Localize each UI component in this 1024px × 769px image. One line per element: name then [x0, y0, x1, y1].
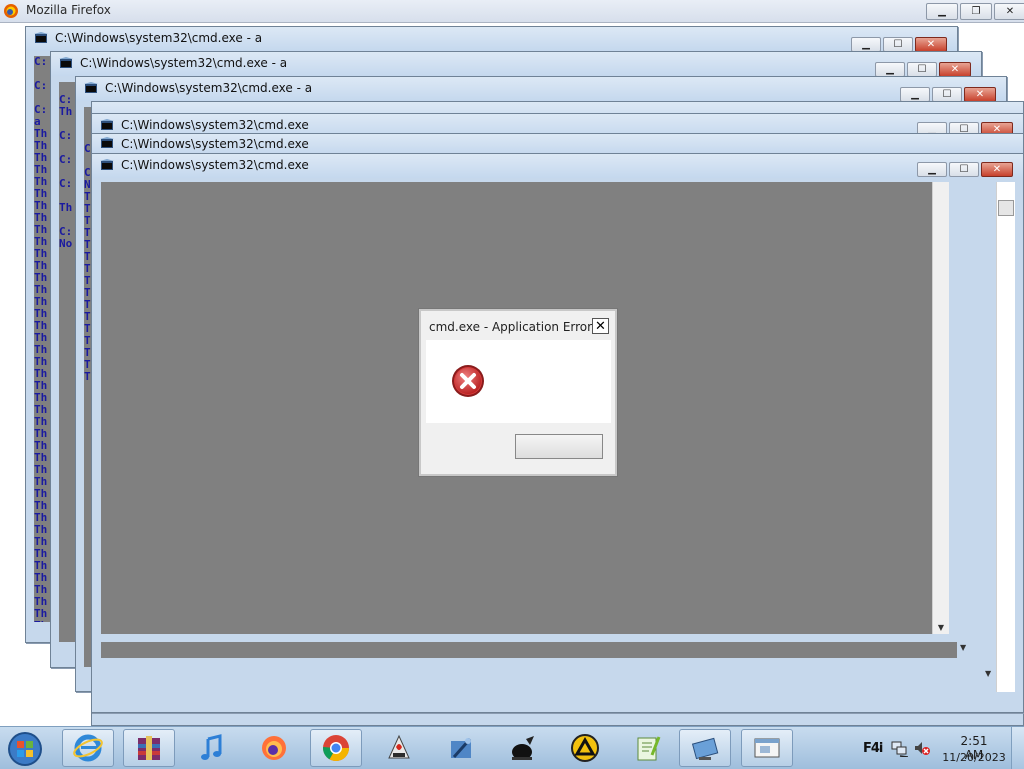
cmd-console-strip: [101, 642, 957, 658]
scroll-down-arrow[interactable]: ▼: [985, 669, 991, 678]
cmd-icon: [100, 159, 114, 170]
firefox-title: Mozilla Firefox: [26, 3, 111, 17]
error-icon: [452, 365, 484, 397]
aimp-icon: [571, 734, 599, 762]
cmd-window-title: C:\Windows\system32\cmd.exe - a: [105, 81, 313, 95]
chrome-icon: [322, 735, 350, 762]
clock-date[interactable]: 11/20/2023: [942, 751, 1006, 764]
cmd-window-title: C:\Windows\system32\cmd.exe: [121, 137, 309, 151]
cmd-icon: [100, 137, 114, 148]
ok-button[interactable]: [515, 434, 603, 459]
taskbar-java[interactable]: [373, 729, 425, 767]
cmd-window-title: C:\Windows\system32\cmd.exe: [121, 118, 309, 132]
ink-bottle-icon: [512, 736, 534, 760]
taskbar: F4i 2:51 AM 11/20/2023: [0, 726, 1024, 769]
internet-explorer-icon: [73, 734, 103, 762]
restore-button[interactable]: ❐: [960, 3, 992, 20]
music-note-icon: [201, 734, 222, 760]
scroll-down-arrow[interactable]: ▼: [960, 643, 966, 652]
network-icon[interactable]: [890, 739, 908, 757]
cmd-window-title: C:\Windows\system32\cmd.exe - a: [80, 56, 288, 70]
remote-desktop-icon: [691, 737, 719, 760]
show-desktop-button[interactable]: [1011, 727, 1024, 769]
cmd-icon: [59, 57, 73, 68]
taskbar-aimp[interactable]: [559, 729, 611, 767]
scroll-down-arrow[interactable]: ▼: [933, 623, 949, 632]
cmd-window-6[interactable]: C:\Windows\system32\cmd.exe: [91, 133, 1024, 154]
maximize-button[interactable]: ☐: [949, 162, 979, 177]
minimize-button[interactable]: ▁: [900, 87, 930, 102]
tool-icon: [451, 738, 472, 758]
start-button[interactable]: [6, 730, 44, 768]
scrollbar-thumb[interactable]: [998, 200, 1014, 216]
cmd-titlebar[interactable]: C:\Windows\system32\cmd.exe - a ▁ ☐ ✕: [26, 27, 957, 52]
maximize-button[interactable]: ☐: [932, 87, 962, 102]
firefox-titlebar[interactable]: Mozilla Firefox ▁ ❐ ✕: [0, 0, 1024, 23]
archive-icon: [138, 736, 160, 760]
taskbar-remote[interactable]: [679, 729, 731, 767]
taskbar-ink[interactable]: [497, 729, 549, 767]
minimize-button[interactable]: ▁: [917, 162, 947, 177]
maximize-button[interactable]: ☐: [883, 37, 913, 52]
close-button[interactable]: ✕: [981, 162, 1013, 177]
taskbar-tool[interactable]: [435, 729, 487, 767]
taskbar-itunes[interactable]: [186, 729, 238, 767]
java-icon: [388, 734, 410, 759]
taskbar-chrome[interactable]: [310, 729, 362, 767]
vertical-scrollbar-outer[interactable]: [996, 182, 1015, 692]
cmd-titlebar[interactable]: C:\Windows\system32\cmd.exe: [92, 134, 1023, 154]
taskbar-notepad-plus-plus[interactable]: [621, 729, 673, 767]
close-button[interactable]: ✕: [994, 3, 1024, 20]
tray-label: F4i: [863, 741, 883, 756]
cmd-titlebar[interactable]: C:\Windows\system32\cmd.exe ▁ ☐ ✕: [92, 154, 1023, 178]
firefox-icon: [262, 736, 286, 760]
cmd-window-title: C:\Windows\system32\cmd.exe - a: [55, 31, 263, 45]
dialog-title: cmd.exe - Application Error: [429, 320, 593, 334]
notepad-plus-icon: [637, 736, 661, 761]
cmd-icon: [34, 32, 48, 43]
taskbar-firefox[interactable]: [248, 729, 300, 767]
window-viewer-icon: [754, 738, 780, 758]
dialog-body: [426, 340, 611, 423]
close-button[interactable]: ✕: [964, 87, 996, 102]
dialog-close-button[interactable]: ✕: [592, 318, 609, 334]
cmd-icon: [84, 82, 98, 93]
taskbar-winrar[interactable]: [123, 729, 175, 767]
minimize-button[interactable]: ▁: [926, 3, 958, 20]
application-error-dialog[interactable]: cmd.exe - Application Error ✕: [418, 308, 618, 477]
taskbar-viewer[interactable]: [741, 729, 793, 767]
vertical-scrollbar[interactable]: ▼: [932, 182, 949, 634]
maximize-button[interactable]: ☐: [907, 62, 937, 77]
firefox-icon: [4, 4, 18, 18]
cmd-titlebar[interactable]: C:\Windows\system32\cmd.exe - a ▁ ☐ ✕: [76, 77, 1006, 102]
close-button[interactable]: ✕: [939, 62, 971, 77]
cmd-window-title: C:\Windows\system32\cmd.exe: [121, 158, 309, 172]
close-button[interactable]: ✕: [915, 37, 947, 52]
cmd-titlebar[interactable]: C:\Windows\system32\cmd.exe - a ▁ ☐ ✕: [51, 52, 981, 77]
minimize-button[interactable]: ▁: [851, 37, 881, 52]
cmd-icon: [100, 119, 114, 130]
minimize-button[interactable]: ▁: [875, 62, 905, 77]
volume-muted-icon[interactable]: [913, 739, 931, 757]
taskbar-internet-explorer[interactable]: [62, 729, 114, 767]
